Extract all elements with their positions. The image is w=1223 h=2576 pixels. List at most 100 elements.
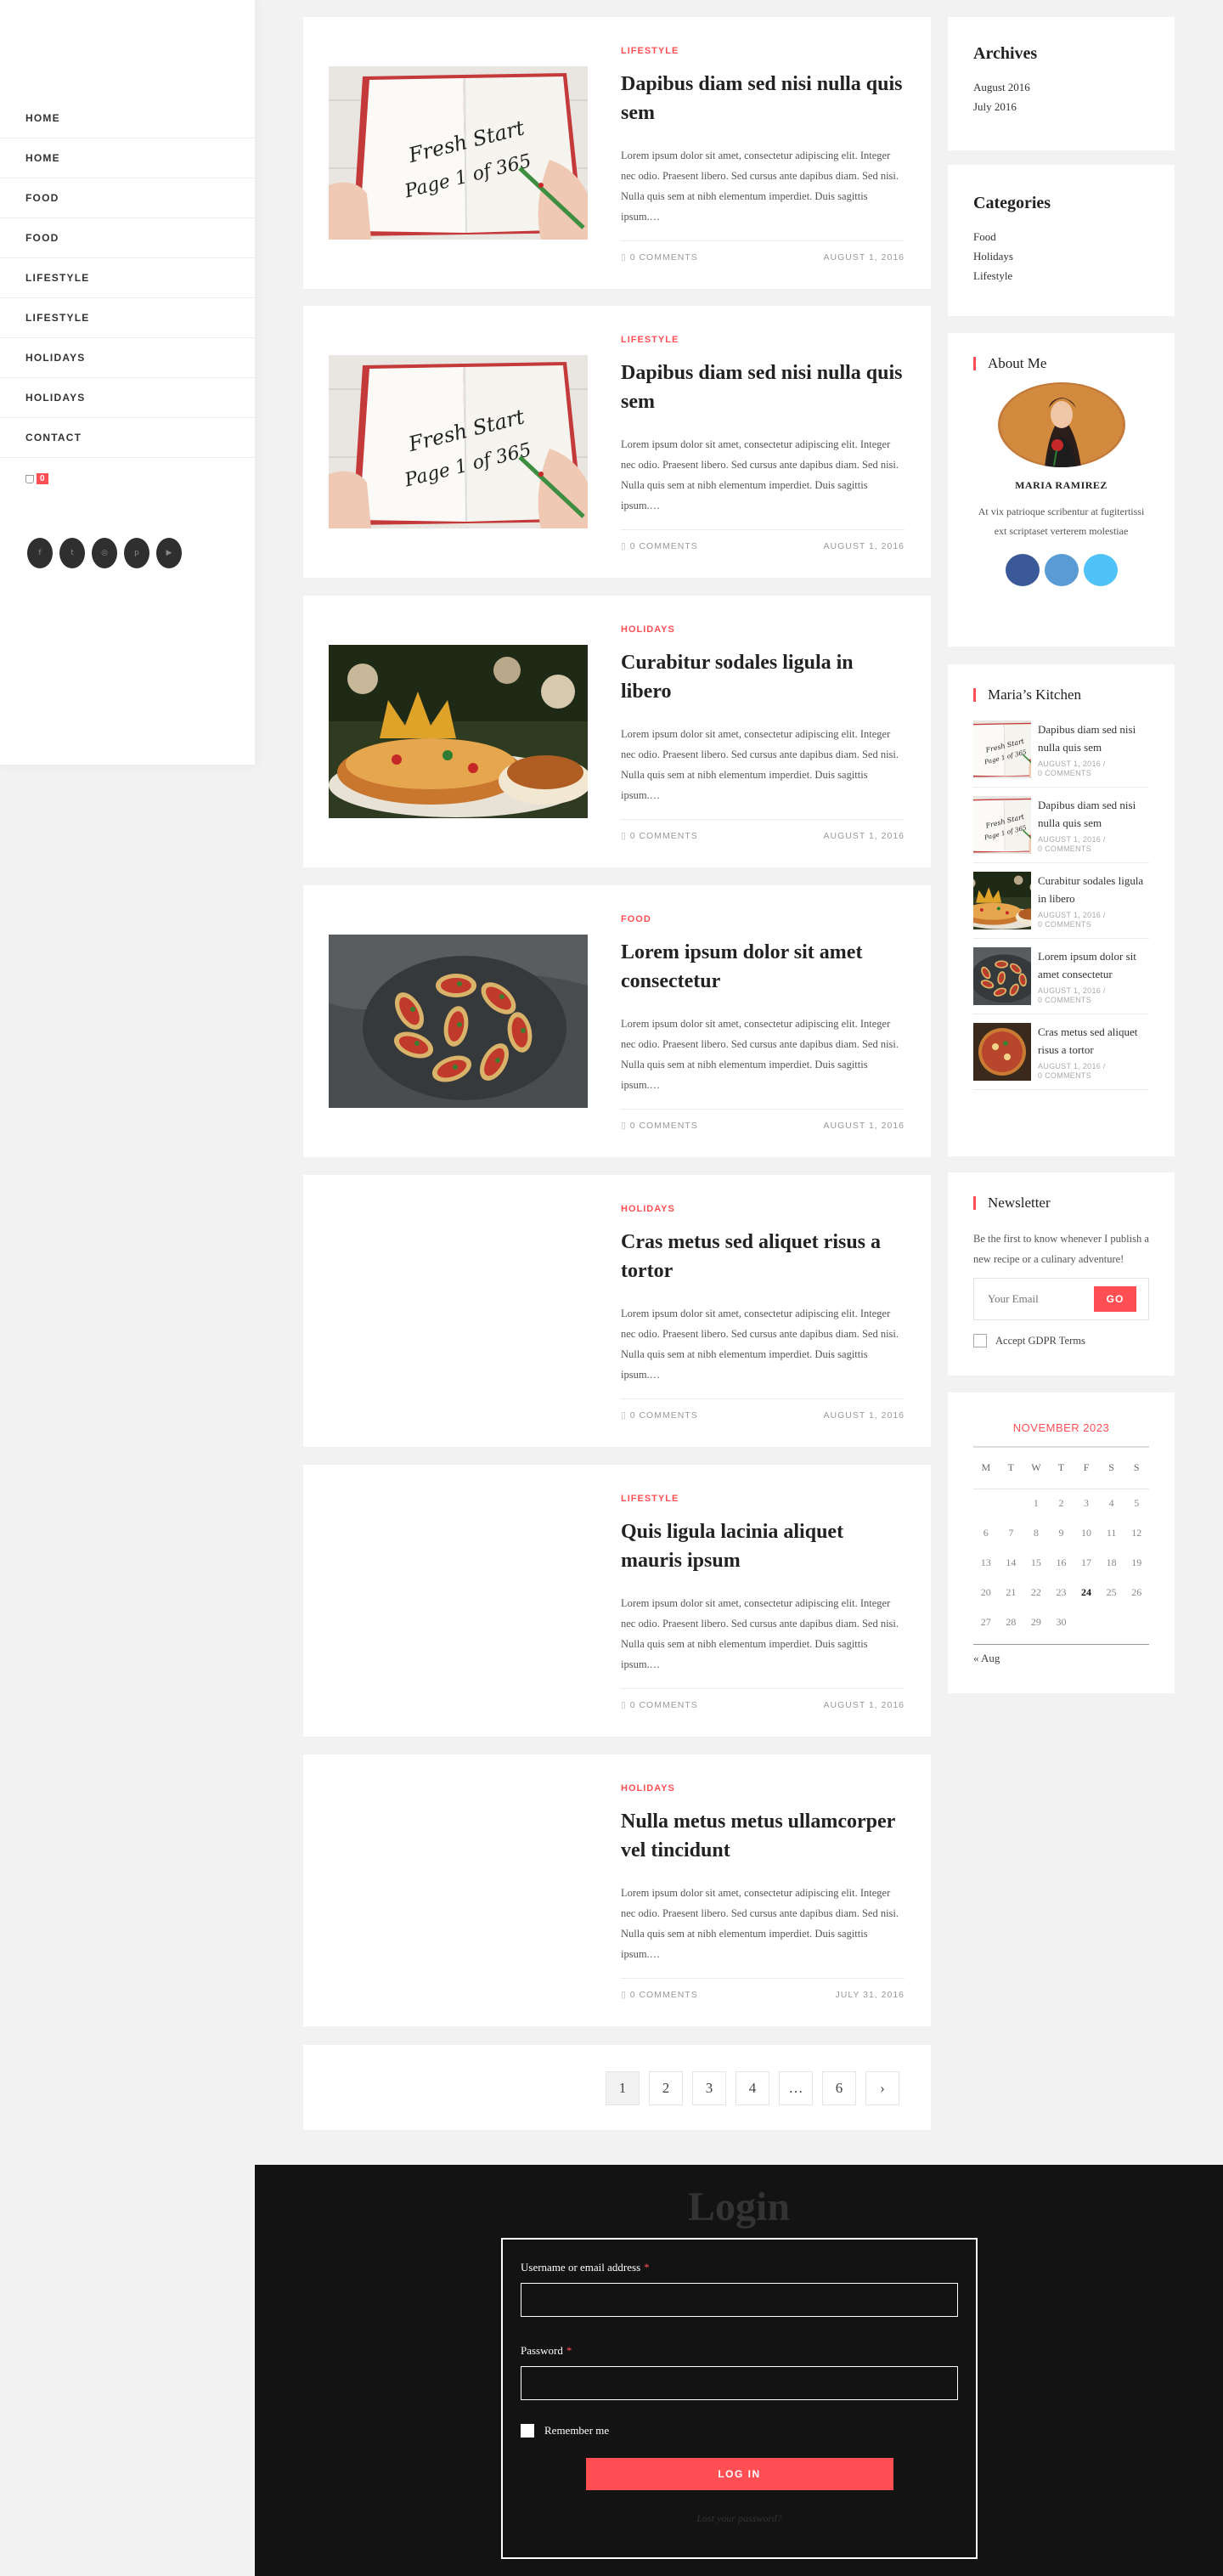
post-excerpt: Lorem ipsum dolor sit amet, consectetur … <box>621 1308 899 1381</box>
post-category[interactable]: HOLIDAYS <box>621 1783 905 1794</box>
username-input[interactable] <box>521 2283 958 2317</box>
mini-comments[interactable]: 0 COMMENTS <box>1038 769 1149 778</box>
lost-password-link[interactable]: Lost your password? <box>521 2512 958 2525</box>
post-thumbnail[interactable] <box>329 1804 588 1977</box>
mini-thumbnail[interactable]: Fresh Start Page 1 of 365 <box>973 720 1031 778</box>
list-item[interactable]: Cras metus sed aliquet risus a tortor AU… <box>973 1023 1149 1090</box>
twitter-icon[interactable]: t <box>59 538 85 568</box>
mini-comments[interactable]: 0 COMMENTS <box>1038 845 1149 854</box>
post-title[interactable]: Nulla metus metus ullamcorper vel tincid… <box>621 1807 905 1867</box>
post-comments-link[interactable]: 0 COMMENTS <box>621 1410 698 1421</box>
newsletter-go-button[interactable]: GO <box>1094 1286 1136 1312</box>
page-6[interactable]: 6 <box>822 2071 856 2105</box>
post-body: HOLIDAYS Nulla metus metus ullamcorper v… <box>621 1783 905 2000</box>
post-category[interactable]: HOLIDAYS <box>621 1204 905 1214</box>
cart-icon <box>25 474 34 483</box>
cart[interactable]: 0 <box>25 473 48 484</box>
required-mark: * <box>566 2344 572 2357</box>
post-thumbnail[interactable] <box>329 1224 588 1398</box>
post-category[interactable]: FOOD <box>621 914 905 924</box>
list-item[interactable]: Fresh Start Page 1 of 365 Dapibus diam s… <box>973 720 1149 788</box>
nav-item-contact[interactable]: CONTACT <box>0 418 255 458</box>
categories-link[interactable]: Lifestyle <box>973 266 1149 285</box>
categories-link[interactable]: Holidays <box>973 246 1149 266</box>
post-comments-link[interactable]: 0 COMMENTS <box>621 1990 698 2000</box>
nav-item-home[interactable]: HOME <box>0 99 255 138</box>
post-comments-link[interactable]: 0 COMMENTS <box>621 541 698 551</box>
chevron-right-icon[interactable]: › <box>865 2071 899 2105</box>
mini-thumbnail[interactable] <box>973 872 1031 929</box>
calendar-weekday: W <box>1023 1448 1049 1489</box>
mini-title[interactable]: Dapibus diam sed nisi nulla quis sem <box>1038 720 1149 756</box>
page-3[interactable]: 3 <box>692 2071 726 2105</box>
post-comments-link[interactable]: 0 COMMENTS <box>621 1700 698 1710</box>
post-comments-link[interactable]: 0 COMMENTS <box>621 1121 698 1131</box>
nav-item-holidays[interactable]: HOLIDAYS <box>0 338 255 378</box>
list-item[interactable]: Fresh Start Page 1 of 365 Dapibus diam s… <box>973 796 1149 863</box>
post-title[interactable]: Lorem ipsum dolor sit amet consectetur <box>621 938 905 997</box>
about-social <box>973 554 1149 586</box>
about-widget: About Me MARIA RAMIREZ At vix patrioque … <box>948 333 1175 647</box>
login-footer: Login Username or email address * Passwor… <box>255 2165 1223 2576</box>
calendar-prev-link[interactable]: « Aug <box>973 1644 1149 1665</box>
post-title[interactable]: Curabitur sodales ligula in libero <box>621 648 905 708</box>
login-button[interactable]: LOG IN <box>585 2458 893 2490</box>
post-title[interactable]: Dapibus diam sed nisi nulla quis sem <box>621 70 905 129</box>
calendar-day: 9 <box>1058 1527 1064 1539</box>
calendar-day <box>1099 1607 1124 1637</box>
newsletter-email-input[interactable] <box>988 1292 1090 1306</box>
nav-item-lifestyle[interactable]: LIFESTYLE <box>0 258 255 298</box>
post-thumbnail[interactable] <box>329 1514 588 1687</box>
mini-thumbnail[interactable] <box>973 947 1031 1005</box>
twitter-icon[interactable] <box>1044 554 1079 586</box>
post-title[interactable]: Dapibus diam sed nisi nulla quis sem <box>621 359 905 418</box>
facebook-icon[interactable]: f <box>27 538 53 568</box>
mini-comments[interactable]: 0 COMMENTS <box>1038 1071 1149 1081</box>
mini-thumbnail[interactable]: Fresh Start Page 1 of 365 <box>973 796 1031 854</box>
page-2[interactable]: 2 <box>649 2071 683 2105</box>
mini-title[interactable]: Lorem ipsum dolor sit amet consectetur <box>1038 947 1149 983</box>
vimeo-icon[interactable] <box>1083 554 1118 586</box>
post-thumbnail[interactable]: Fresh Start Page 1 of 365 <box>329 355 588 528</box>
mini-title[interactable]: Dapibus diam sed nisi nulla quis sem <box>1038 796 1149 832</box>
post-thumbnail[interactable]: Fresh Start Page 1 of 365 <box>329 66 588 240</box>
post-date: JULY 31, 2016 <box>835 1990 905 2000</box>
post-category[interactable]: LIFESTYLE <box>621 335 905 345</box>
pinterest-icon[interactable]: p <box>124 538 149 568</box>
mini-title[interactable]: Curabitur sodales ligula in libero <box>1038 872 1149 907</box>
archives-link[interactable]: July 2016 <box>973 97 1149 116</box>
remember-checkbox[interactable] <box>521 2424 534 2438</box>
mini-comments[interactable]: 0 COMMENTS <box>1038 920 1149 929</box>
post-thumbnail[interactable] <box>329 645 588 818</box>
categories-link[interactable]: Food <box>973 227 1149 246</box>
gdpr-checkbox[interactable] <box>973 1334 987 1347</box>
mini-comments[interactable]: 0 COMMENTS <box>1038 996 1149 1005</box>
nav-item-lifestyle[interactable]: LIFESTYLE <box>0 298 255 338</box>
nav-item-holidays[interactable]: HOLIDAYS <box>0 378 255 418</box>
post-category[interactable]: LIFESTYLE <box>621 46 905 56</box>
post-category[interactable]: HOLIDAYS <box>621 624 905 635</box>
facebook-icon[interactable] <box>1005 554 1040 586</box>
list-item[interactable]: Curabitur sodales ligula in libero AUGUS… <box>973 872 1149 939</box>
calendar-day: 11 <box>1106 1527 1117 1539</box>
password-input[interactable] <box>521 2366 958 2400</box>
nav-item-food[interactable]: FOOD <box>0 218 255 258</box>
post-category[interactable]: LIFESTYLE <box>621 1494 905 1504</box>
post-comments-link[interactable]: 0 COMMENTS <box>621 831 698 841</box>
page-4[interactable]: 4 <box>735 2071 769 2105</box>
post-card: Fresh Start Page 1 of 365 LIFESTYLE Dapi… <box>303 306 931 578</box>
archives-link[interactable]: August 2016 <box>973 77 1149 97</box>
post-title[interactable]: Cras metus sed aliquet risus a tortor <box>621 1228 905 1287</box>
page-1[interactable]: 1 <box>606 2071 640 2105</box>
instagram-icon[interactable]: ◎ <box>92 538 117 568</box>
post-thumbnail[interactable] <box>329 935 588 1108</box>
post-meta: 0 COMMENTS AUGUST 1, 2016 <box>621 1398 905 1421</box>
mini-thumbnail[interactable] <box>973 1023 1031 1081</box>
nav-item-home[interactable]: HOME <box>0 138 255 178</box>
list-item[interactable]: Lorem ipsum dolor sit amet consectetur A… <box>973 947 1149 1014</box>
youtube-icon[interactable]: ▶ <box>156 538 182 568</box>
post-title[interactable]: Quis ligula lacinia aliquet mauris ipsum <box>621 1517 905 1577</box>
post-comments-link[interactable]: 0 COMMENTS <box>621 252 698 263</box>
nav-item-food[interactable]: FOOD <box>0 178 255 218</box>
mini-title[interactable]: Cras metus sed aliquet risus a tortor <box>1038 1023 1149 1059</box>
